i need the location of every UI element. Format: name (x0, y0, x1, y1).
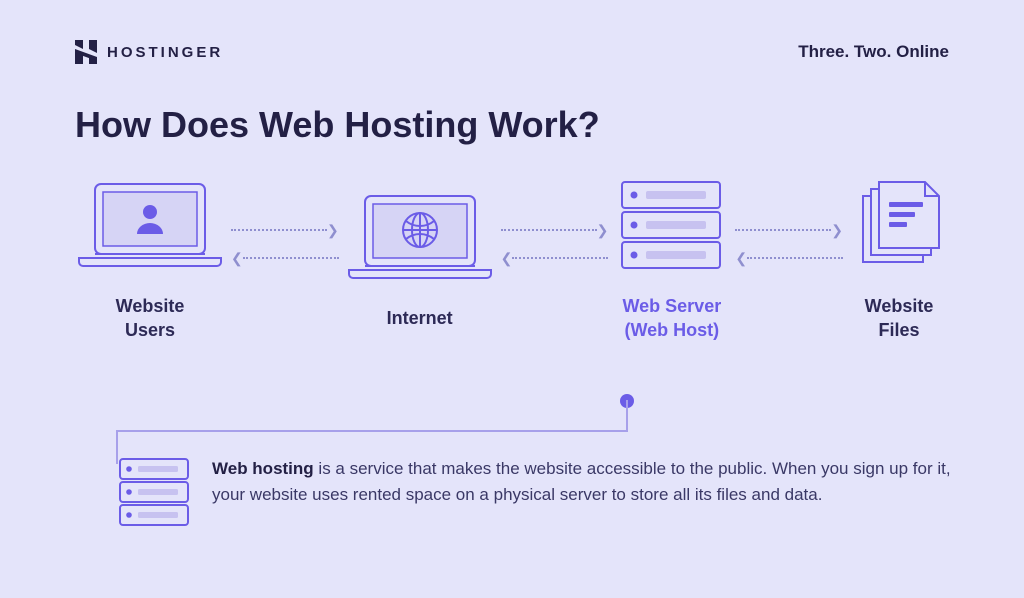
callout-rest: is a service that makes the website acce… (212, 459, 951, 504)
page-title: How Does Web Hosting Work? (0, 64, 1024, 176)
flow-label-server: Web Server (Web Host) (622, 294, 721, 343)
flow-item-server: Web Server (Web Host) (614, 176, 729, 343)
chevron-right-icon: ❯ (597, 223, 609, 237)
chevron-right-icon: ❯ (831, 223, 843, 237)
flow-item-users: Website Users (75, 176, 225, 343)
chevron-left-icon: ❮ (501, 251, 513, 265)
laptop-globe-icon (345, 188, 495, 288)
flow-label-files: Website Files (865, 294, 934, 343)
flow-connector-1: ❯ ❮ (225, 223, 345, 265)
flow-connector-3: ❯ ❮ (729, 223, 849, 265)
brand: HOSTINGER (75, 40, 223, 64)
chevron-right-icon: ❯ (327, 223, 339, 237)
flow-label-users: Website Users (116, 294, 185, 343)
flow-connector-2: ❯ ❮ (495, 223, 615, 265)
connector-line (626, 400, 628, 430)
callout-strong: Web hosting (212, 459, 314, 478)
chevron-left-icon: ❮ (735, 251, 747, 265)
connector-line (116, 430, 628, 432)
tagline: Three. Two. Online (798, 42, 949, 62)
flow-item-files: Website Files (849, 176, 949, 343)
laptop-user-icon (75, 176, 225, 276)
flow-diagram: Website Users ❯ ❮ Intern (0, 176, 1024, 343)
flow-item-internet: Internet (345, 188, 495, 330)
brand-name: HOSTINGER (107, 44, 223, 61)
server-stack-icon (614, 176, 729, 276)
header: HOSTINGER Three. Two. Online (0, 0, 1024, 64)
callout-text: Web hosting is a service that makes the … (212, 456, 976, 509)
chevron-left-icon: ❮ (231, 251, 243, 265)
server-stack-small-icon (116, 456, 192, 528)
flow-label-internet: Internet (387, 306, 453, 330)
document-stack-icon (849, 176, 949, 276)
hostinger-logo-icon (75, 40, 97, 64)
